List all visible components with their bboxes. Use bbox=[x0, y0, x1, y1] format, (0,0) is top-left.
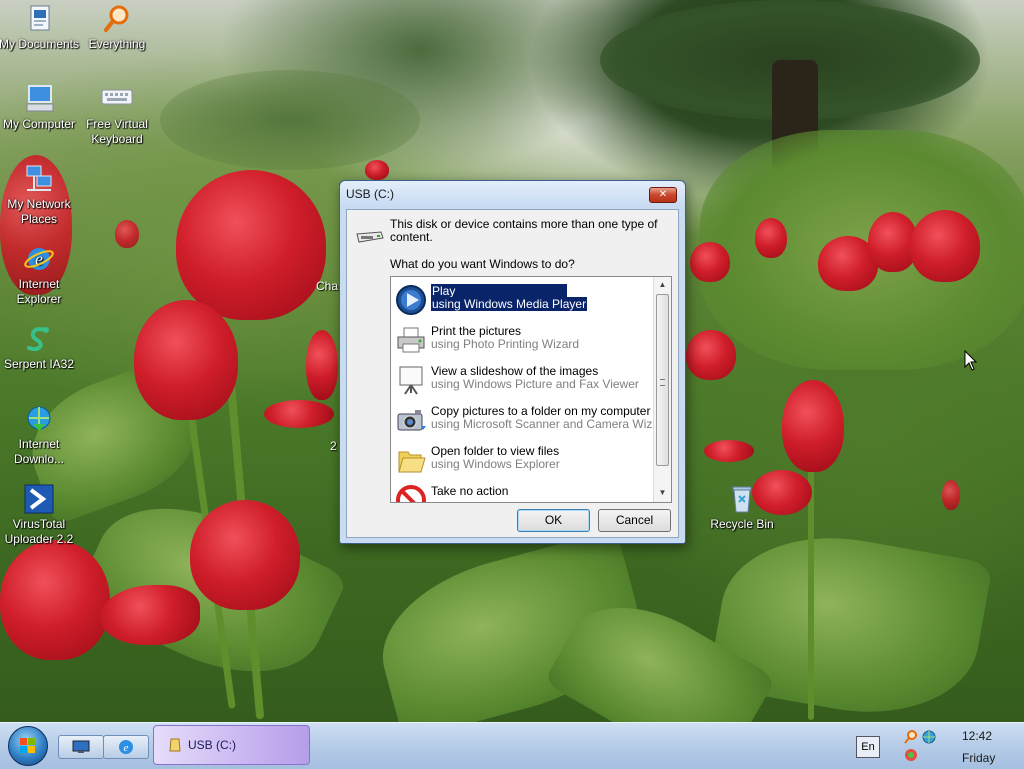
action-copy-pictures[interactable]: Copy pictures to a folder on my computer… bbox=[393, 400, 670, 440]
action-subtitle: using Windows Explorer bbox=[431, 457, 560, 471]
grip-icon bbox=[660, 379, 665, 386]
dialog-body: This disk or device contains more than o… bbox=[346, 209, 679, 538]
camera-icon bbox=[395, 404, 427, 436]
action-title: Open folder to view files bbox=[431, 444, 560, 458]
ok-button[interactable]: OK bbox=[517, 509, 590, 532]
action-title: View a slideshow of the images bbox=[431, 364, 599, 378]
action-view-slideshow[interactable]: View a slideshow of the images using Win… bbox=[393, 360, 655, 400]
drive-icon bbox=[169, 738, 181, 752]
desktop-icon-my-documents[interactable]: My Documents bbox=[0, 4, 81, 52]
hidden-icon-label: Cha bbox=[316, 279, 339, 293]
desktop-icon-virustotal-uploader[interactable]: VirusTotal Uploader 2.2 bbox=[0, 484, 81, 547]
clock-day[interactable]: Friday bbox=[962, 751, 995, 765]
network-tray-icon[interactable] bbox=[922, 730, 936, 744]
action-subtitle: using Photo Printing Wizard bbox=[431, 337, 580, 351]
cancel-button[interactable]: Cancel bbox=[598, 509, 671, 532]
search-tray-icon[interactable] bbox=[904, 730, 918, 744]
desktop-icon-serpent-ia32[interactable]: Serpent IA32 bbox=[0, 324, 81, 372]
scrollbar-thumb[interactable] bbox=[656, 294, 669, 466]
action-title: Copy pictures to a folder on my computer bbox=[431, 404, 651, 418]
no-action-icon bbox=[395, 484, 427, 502]
virustotal-icon bbox=[23, 484, 55, 514]
printer-icon bbox=[395, 324, 427, 356]
dialog-intro-text: This disk or device contains more than o… bbox=[390, 217, 658, 244]
download-manager-icon bbox=[23, 404, 55, 434]
scroll-down-arrow-icon[interactable]: ▼ bbox=[654, 485, 671, 501]
autoplay-dialog: USB (C:) ✕ This disk or device contains … bbox=[339, 180, 686, 544]
network-icon bbox=[23, 164, 55, 194]
desktop-icon-label: Internet Downlo... bbox=[13, 437, 65, 466]
desktop-icon-my-network-places[interactable]: My Network Places bbox=[0, 164, 81, 227]
recycle-bin-icon bbox=[726, 484, 758, 514]
desktop-icon-recycle-bin[interactable]: Recycle Bin bbox=[700, 484, 784, 532]
hidden-icon-label: 2 bbox=[330, 439, 337, 453]
mouse-cursor-icon bbox=[964, 350, 978, 371]
desktop-icon-my-computer[interactable]: My Computer bbox=[0, 84, 81, 132]
serpent-icon bbox=[23, 324, 55, 354]
taskbar-item-usb[interactable]: USB (C:) bbox=[153, 725, 310, 765]
desktop-icon-everything[interactable]: Everything bbox=[75, 4, 159, 52]
media-player-icon bbox=[395, 284, 427, 316]
desktop-icon bbox=[72, 740, 90, 753]
dialog-title: USB (C:) bbox=[346, 187, 394, 201]
magnifier-icon bbox=[101, 4, 133, 34]
dialog-titlebar[interactable]: USB (C:) ✕ bbox=[340, 181, 685, 207]
start-button[interactable] bbox=[8, 726, 48, 766]
taskbar: e USB (C:) En 12:42 Friday bbox=[0, 722, 1024, 769]
ie-icon: e bbox=[119, 740, 133, 754]
shield-tray-icon[interactable] bbox=[904, 748, 918, 762]
desktop-icon-internet-download-manager[interactable]: Internet Downlo... bbox=[0, 404, 81, 467]
computer-icon bbox=[23, 84, 55, 114]
keyboard-icon bbox=[101, 84, 133, 114]
svg-text:e: e bbox=[124, 742, 129, 754]
ie-icon: e bbox=[23, 244, 55, 274]
quick-launch-ie-button[interactable]: e bbox=[103, 735, 149, 759]
action-subtitle: using Microsoft Scanner and Camera Wizar… bbox=[431, 417, 670, 431]
documents-icon bbox=[23, 4, 55, 34]
desktop-icon-label: Recycle Bin bbox=[710, 517, 774, 531]
action-title: Take no action bbox=[431, 484, 509, 498]
desktop-icon-internet-explorer[interactable]: e Internet Explorer bbox=[0, 244, 81, 307]
desktop-icon-label: Internet Explorer bbox=[16, 277, 62, 306]
action-subtitle: using Windows Picture and Fax Viewer bbox=[431, 377, 639, 391]
desktop-icon-label: VirusTotal Uploader 2.2 bbox=[4, 517, 74, 546]
scroll-up-arrow-icon[interactable]: ▲ bbox=[654, 277, 671, 293]
removable-drive-icon bbox=[355, 230, 385, 244]
desktop-icon-label: Serpent IA32 bbox=[3, 357, 75, 371]
slideshow-icon bbox=[395, 364, 427, 396]
listbox-scrollbar[interactable]: ▲ ▼ bbox=[653, 277, 671, 502]
action-play[interactable]: Play using Windows Media Player bbox=[393, 280, 655, 320]
action-print-pictures[interactable]: Print the pictures using Photo Printing … bbox=[393, 320, 655, 360]
language-indicator[interactable]: En bbox=[856, 736, 880, 758]
action-listbox[interactable]: Play using Windows Media Player Print th… bbox=[390, 276, 672, 503]
action-title: Play bbox=[431, 284, 567, 298]
desktop-icon-label: My Documents bbox=[0, 37, 80, 51]
close-button[interactable]: ✕ bbox=[649, 187, 677, 203]
action-open-folder[interactable]: Open folder to view files using Windows … bbox=[393, 440, 655, 480]
desktop-icon-free-virtual-keyboard[interactable]: Free Virtual Keyboard bbox=[75, 84, 159, 147]
show-desktop-button[interactable] bbox=[58, 735, 104, 759]
desktop-icon-label: My Computer bbox=[2, 117, 76, 131]
action-title: Print the pictures bbox=[431, 324, 522, 338]
folder-icon bbox=[395, 444, 427, 476]
desktop-icon-label: Everything bbox=[88, 37, 146, 51]
action-take-no-action[interactable]: Take no action bbox=[393, 480, 655, 502]
clock-time[interactable]: 12:42 bbox=[962, 729, 992, 743]
action-subtitle: using Windows Media Player bbox=[431, 297, 588, 311]
desktop-icon-label: Free Virtual Keyboard bbox=[86, 117, 148, 146]
dialog-question: What do you want Windows to do? bbox=[390, 257, 575, 271]
taskbar-item-label: USB (C:) bbox=[188, 738, 236, 752]
windows-logo-icon bbox=[20, 738, 36, 754]
desktop-icon-label: My Network Places bbox=[7, 197, 71, 226]
